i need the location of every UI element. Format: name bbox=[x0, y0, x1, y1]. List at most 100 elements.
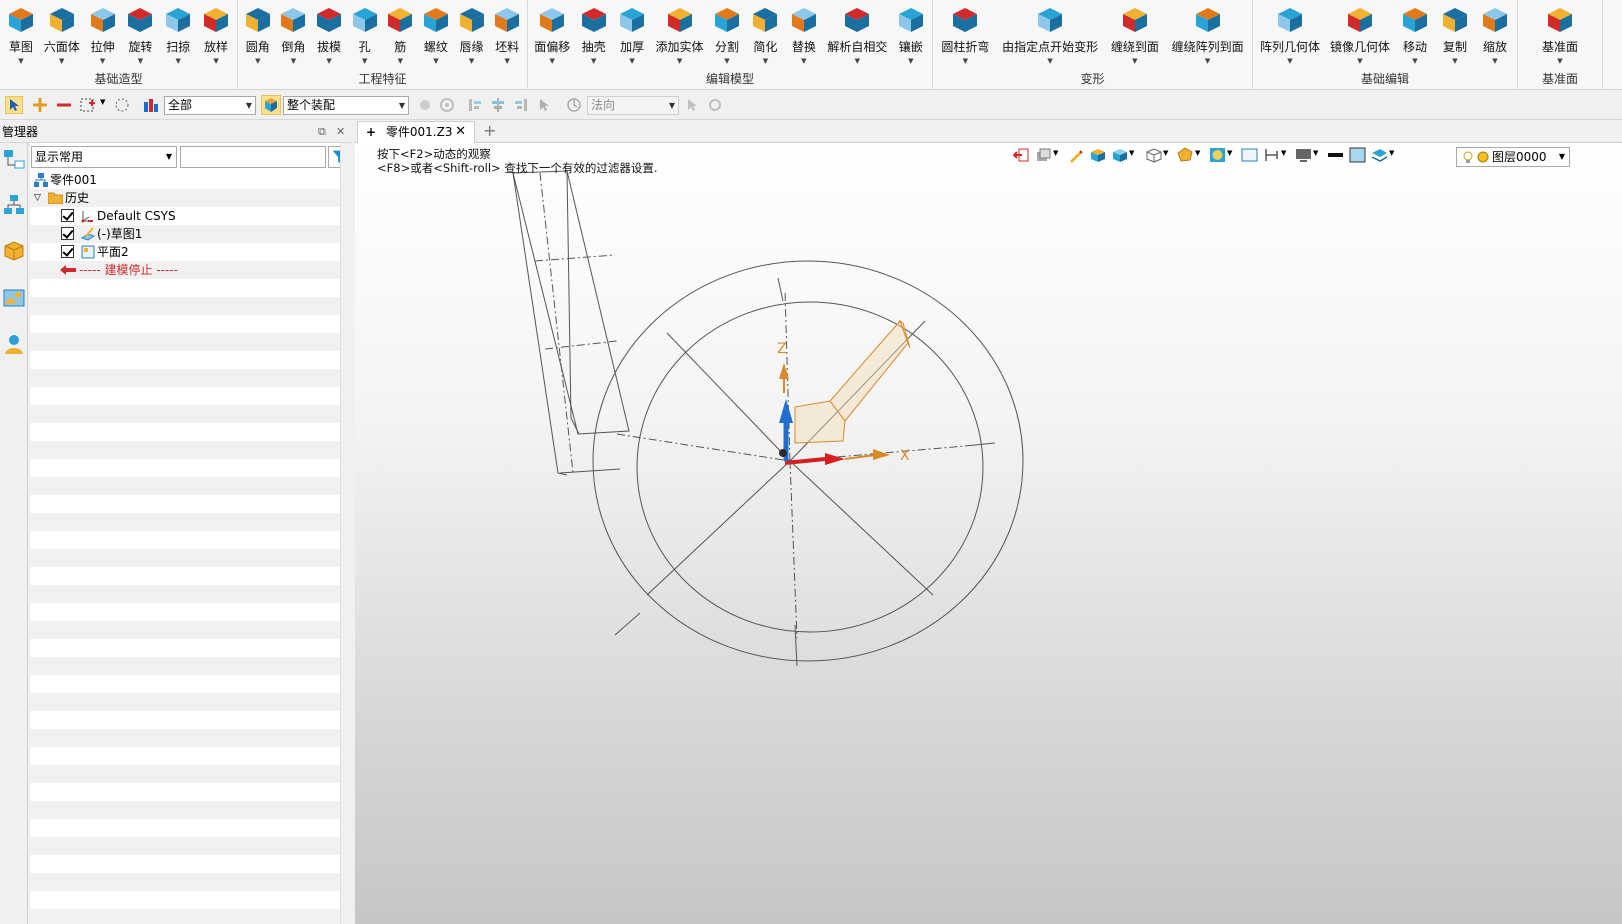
ribbon-button[interactable]: 镶嵌 ▼ bbox=[894, 2, 928, 68]
ribbon-button[interactable]: 唇缘 ▼ bbox=[455, 2, 489, 68]
chevron-down-icon[interactable]: ▼ bbox=[1287, 57, 1292, 65]
ribbon-button[interactable]: 草图 ▼ bbox=[4, 2, 38, 68]
assembly-scope-combo[interactable]: 整个装配 ▼ bbox=[283, 96, 409, 115]
align-center-icon[interactable] bbox=[489, 96, 507, 114]
restore-icon[interactable]: ⧉ bbox=[318, 121, 326, 143]
ribbon-button[interactable]: 旋转 ▼ bbox=[123, 2, 157, 68]
monitor-icon[interactable] bbox=[1295, 147, 1312, 163]
chevron-down-icon[interactable]: ▼ bbox=[1195, 149, 1200, 157]
chevron-down-icon[interactable]: ▼ bbox=[550, 57, 555, 65]
direction-icon[interactable] bbox=[565, 96, 583, 114]
ribbon-button[interactable]: 缠绕到面 ▼ bbox=[1109, 2, 1161, 68]
chevron-down-icon[interactable]: ▼ bbox=[255, 57, 260, 65]
shaded-box-icon[interactable] bbox=[1089, 147, 1106, 163]
chevron-down-icon[interactable]: ▼ bbox=[213, 57, 218, 65]
chevron-down-icon[interactable]: ▼ bbox=[908, 57, 913, 65]
manager-search-input[interactable] bbox=[180, 146, 326, 168]
direction-combo[interactable]: 法向 ▼ bbox=[587, 96, 679, 115]
chevron-down-icon[interactable]: ▼ bbox=[1389, 149, 1394, 157]
chevron-down-icon[interactable]: ▼ bbox=[504, 57, 509, 65]
chevron-down-icon[interactable]: ▼ bbox=[1492, 57, 1497, 65]
ribbon-button[interactable]: 复制 ▼ bbox=[1438, 2, 1472, 68]
selected-feature[interactable] bbox=[794, 319, 911, 444]
ribbon-button[interactable]: 镜像几何体 ▼ bbox=[1328, 2, 1392, 68]
chevron-down-icon[interactable]: ▼ bbox=[326, 57, 331, 65]
assembly-icon[interactable] bbox=[261, 95, 281, 115]
section-icon[interactable] bbox=[1263, 147, 1280, 163]
chevron-down-icon[interactable]: ▼ bbox=[1053, 149, 1058, 157]
ribbon-button[interactable]: 面偏移 ▼ bbox=[532, 2, 572, 68]
ribbon-button[interactable]: 添加实体 ▼ bbox=[654, 2, 706, 68]
scene-icon[interactable] bbox=[2, 286, 26, 310]
ribbon-button[interactable]: 圆柱折弯 ▼ bbox=[939, 2, 991, 68]
chevron-down-icon[interactable]: ▼ bbox=[469, 57, 474, 65]
chevron-down-icon[interactable]: ▼ bbox=[855, 57, 860, 65]
chevron-down-icon[interactable]: ▼ bbox=[362, 57, 367, 65]
user-icon[interactable] bbox=[2, 332, 26, 356]
ribbon-button[interactable]: 圆角 ▼ bbox=[241, 2, 275, 68]
chevron-down-icon[interactable]: ▼ bbox=[963, 57, 968, 65]
ribbon-button[interactable]: 分割 ▼ bbox=[710, 2, 744, 68]
ribbon-button[interactable]: 阵列几何体 ▼ bbox=[1258, 2, 1322, 68]
ribbon-button[interactable]: 放样 ▼ bbox=[199, 2, 233, 68]
model-scene[interactable]: X Z bbox=[355, 143, 1622, 924]
chevron-down-icon[interactable]: ▼ bbox=[1047, 57, 1052, 65]
chevron-down-icon[interactable]: ▼ bbox=[1227, 149, 1232, 157]
chevron-down-icon[interactable]: ▼ bbox=[1129, 149, 1134, 157]
chevron-down-icon[interactable]: ▼ bbox=[677, 57, 682, 65]
close-tab-icon[interactable]: ✕ bbox=[455, 122, 466, 142]
part-icon[interactable] bbox=[2, 239, 26, 263]
chevron-down-icon[interactable]: ▼ bbox=[100, 57, 105, 65]
chevron-down-icon[interactable]: ▼ bbox=[1313, 149, 1318, 157]
box-select-icon[interactable] bbox=[79, 96, 97, 114]
add-tab-icon[interactable]: + bbox=[483, 121, 496, 141]
select-pointer-icon[interactable] bbox=[5, 96, 23, 114]
tree-item-plane[interactable]: 平面2 bbox=[30, 243, 352, 261]
remove-icon[interactable] bbox=[55, 96, 73, 114]
chevron-down-icon[interactable]: ▼ bbox=[59, 57, 64, 65]
ribbon-button[interactable]: 倒角 ▼ bbox=[276, 2, 310, 68]
pencil-icon[interactable] bbox=[1067, 147, 1084, 163]
ribbon-button[interactable]: 移动 ▼ bbox=[1398, 2, 1432, 68]
background-icon[interactable] bbox=[1241, 147, 1258, 163]
ribbon-button[interactable]: 缠绕阵列到面 ▼ bbox=[1170, 2, 1246, 68]
cursor-icon[interactable] bbox=[535, 96, 553, 114]
chevron-down-icon[interactable]: ▼ bbox=[291, 57, 296, 65]
ribbon-button[interactable]: 加厚 ▼ bbox=[615, 2, 649, 68]
ribbon-button[interactable]: 拉伸 ▼ bbox=[86, 2, 120, 68]
tree-item-sketch[interactable]: (-)草图1 bbox=[30, 225, 352, 243]
close-icon[interactable]: ✕ bbox=[336, 121, 345, 143]
ribbon-button[interactable]: 螺纹 ▼ bbox=[419, 2, 453, 68]
layer-combo[interactable]: 图层0000 ▼ bbox=[1456, 147, 1570, 167]
wireframe-box-icon[interactable] bbox=[1145, 147, 1162, 163]
ribbon-button[interactable]: 基准面 ▼ bbox=[1540, 2, 1580, 68]
ribbon-button[interactable]: 由指定点开始变形 ▼ bbox=[1000, 2, 1100, 68]
chevron-down-icon[interactable]: ▼ bbox=[763, 57, 768, 65]
chevron-down-icon[interactable]: ▼ bbox=[1412, 57, 1417, 65]
lighting-icon[interactable] bbox=[1209, 147, 1226, 163]
visibility-checkbox[interactable] bbox=[61, 227, 74, 240]
ribbon-button[interactable]: 解析自相交 ▼ bbox=[825, 2, 889, 68]
add-icon[interactable] bbox=[31, 96, 49, 114]
chevron-down-icon[interactable]: ▼ bbox=[1205, 57, 1210, 65]
box-select-dropdown-icon[interactable]: ▼ bbox=[100, 98, 105, 118]
chevron-down-icon[interactable]: ▼ bbox=[591, 57, 596, 65]
layers-icon[interactable] bbox=[1371, 147, 1388, 163]
chevron-down-icon[interactable]: ▼ bbox=[176, 57, 181, 65]
align-left-icon[interactable] bbox=[466, 96, 484, 114]
filter-icon[interactable] bbox=[142, 96, 160, 114]
ribbon-button[interactable]: 六面体 ▼ bbox=[42, 2, 82, 68]
ribbon-button[interactable]: 替换 ▼ bbox=[787, 2, 821, 68]
align-right-icon[interactable] bbox=[512, 96, 530, 114]
chevron-down-icon[interactable]: ▼ bbox=[629, 57, 634, 65]
visibility-checkbox[interactable] bbox=[61, 209, 74, 222]
ribbon-button[interactable]: 简化 ▼ bbox=[748, 2, 782, 68]
lasso-icon[interactable] bbox=[113, 96, 131, 114]
ribbon-button[interactable]: 缩放 ▼ bbox=[1478, 2, 1512, 68]
ribbon-button[interactable]: 坯料 ▼ bbox=[490, 2, 524, 68]
chevron-down-icon[interactable]: ▼ bbox=[1357, 57, 1362, 65]
render-style-icon[interactable] bbox=[1177, 147, 1194, 163]
chevron-down-icon[interactable]: ▼ bbox=[1452, 57, 1457, 65]
display-mode-icon[interactable] bbox=[1111, 147, 1128, 163]
chevron-down-icon[interactable]: ▼ bbox=[1557, 57, 1562, 65]
